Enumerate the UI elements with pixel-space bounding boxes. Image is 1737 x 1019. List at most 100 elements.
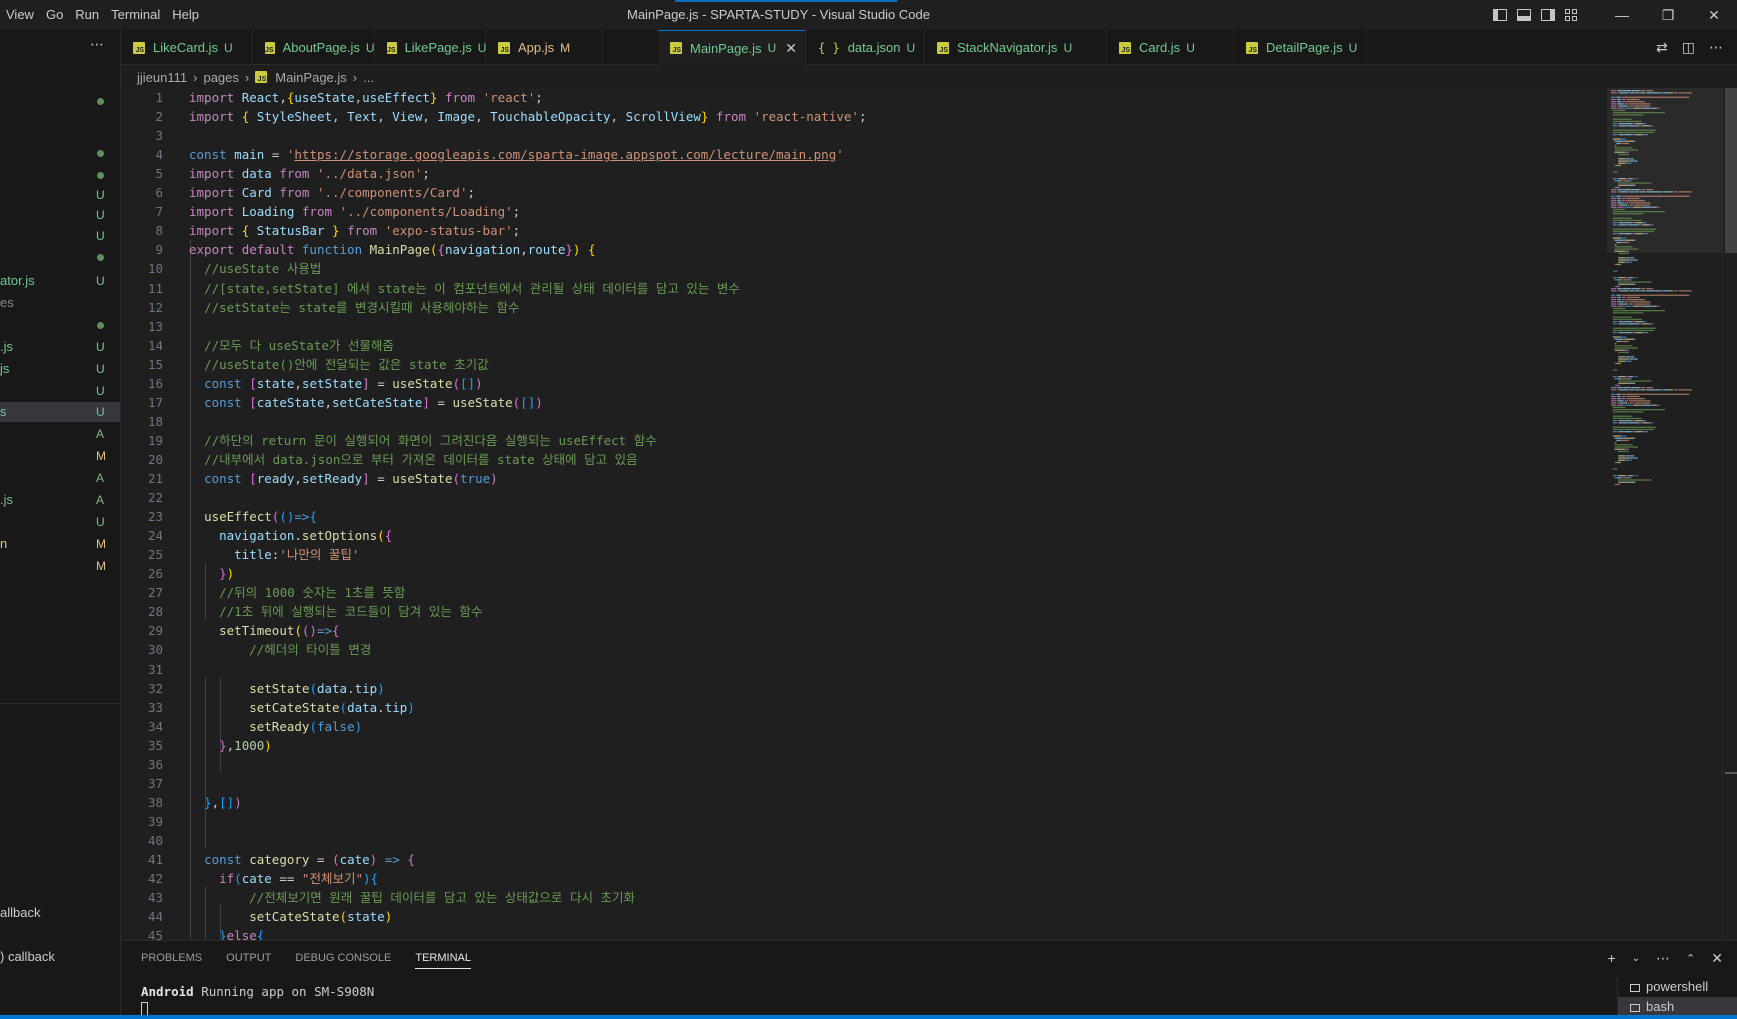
code-line: 35 },1000) (121, 736, 1601, 755)
explorer-item[interactable]: js U (0, 359, 120, 379)
breadcrumb-folder[interactable]: jjieun111 (137, 70, 187, 85)
line-number: 38 (147, 794, 163, 810)
toggle-secondary-sidebar-icon[interactable] (1541, 9, 1555, 21)
more-actions-icon[interactable]: ⋯ (1709, 39, 1723, 56)
line-number: 42 (147, 871, 163, 887)
minimap[interactable] (1607, 88, 1722, 940)
close-window-button[interactable]: ✕ (1691, 0, 1737, 30)
minimize-button[interactable]: — (1599, 0, 1645, 30)
explorer-item[interactable]: U (0, 381, 120, 401)
explorer-item[interactable]: M (0, 556, 120, 576)
panel-tab-output[interactable]: OUTPUT (226, 941, 271, 975)
code-line: 24 navigation.setOptions({ (121, 526, 1601, 545)
tab-detailpage-js[interactable]: JS DetailPage.js U (1234, 30, 1367, 65)
terminal-output[interactable]: Android Running app on SM-S908N (141, 984, 374, 999)
outline-item[interactable]: allback (0, 905, 40, 920)
toggle-primary-sidebar-icon[interactable] (1493, 9, 1507, 21)
menu-help[interactable]: Help (166, 0, 205, 30)
explorer-item[interactable] (0, 92, 120, 112)
menu-go[interactable]: Go (40, 0, 69, 30)
menu-run[interactable]: Run (69, 0, 105, 30)
explorer-item[interactable]: U (0, 512, 120, 532)
tab-app-js[interactable]: JS App.js M (486, 30, 603, 65)
explorer-item[interactable]: A (0, 424, 120, 444)
chevron-down-icon[interactable]: ⌄ (1632, 953, 1640, 964)
menu-terminal[interactable]: Terminal (105, 0, 166, 30)
title-bar: View Go Run Terminal Help MainPage.js - SPAR… (0, 0, 1737, 30)
explorer-item[interactable]: M (0, 446, 120, 466)
close-panel-icon[interactable]: ✕ (1711, 950, 1723, 967)
explorer-item[interactable]: .js U (0, 337, 120, 357)
tab-stacknavigator-js[interactable]: JS StackNavigator.js U (925, 30, 1107, 65)
tab-aboutpage-js[interactable]: JS AboutPage.js U (253, 30, 375, 65)
split-editor-icon[interactable]: ◫ (1682, 39, 1695, 56)
command-center-accent (675, 0, 897, 2)
terminal-item-bash[interactable]: bash (1618, 997, 1737, 1017)
line-number: 19 (147, 432, 163, 448)
git-status-badge: U (906, 40, 916, 55)
explorer-item-label: n (0, 536, 8, 551)
compare-changes-icon[interactable]: ⇄ (1656, 39, 1668, 56)
tab-label: LikeCard.js (153, 40, 219, 55)
code-line: 11 //[state,setState] 에서 state는 이 컴포넌트에서… (121, 279, 1601, 298)
line-number: 27 (147, 585, 163, 601)
code-text: setReady(false) (249, 718, 363, 734)
new-terminal-icon[interactable]: + (1607, 950, 1615, 966)
tab-label: Card.js (1139, 40, 1181, 55)
maximize-panel-icon[interactable]: ⌃ (1686, 952, 1695, 965)
restore-button[interactable]: ❐ (1645, 0, 1691, 30)
tab-data-json[interactable]: { } data.json U (806, 30, 925, 65)
explorer-item[interactable] (0, 316, 120, 336)
breadcrumb-folder[interactable]: pages (203, 70, 238, 85)
git-status-badge: M (96, 559, 106, 573)
terminal-item-powershell[interactable]: powershell (1618, 977, 1737, 997)
explorer-item[interactable]: U (0, 205, 120, 225)
more-actions-icon[interactable]: ⋯ (1656, 950, 1670, 967)
code-line: 29 setTimeout(()=>{ (121, 621, 1601, 640)
explorer-item[interactable]: .js A (0, 490, 120, 510)
line-number: 10 (147, 261, 163, 277)
menu-view[interactable]: View (0, 0, 40, 30)
close-tab-icon[interactable]: ✕ (785, 40, 797, 57)
outline-item[interactable]: ) callback (0, 949, 55, 964)
explorer-item[interactable]: sU (0, 402, 120, 422)
js-file-icon: JS (387, 41, 397, 54)
js-file-icon: JS (255, 71, 268, 83)
git-status-badge: A (96, 427, 105, 441)
breadcrumb-file[interactable]: MainPage.js (275, 70, 347, 85)
code-text: const [ready,setReady] = useState(true) (204, 471, 498, 486)
breadcrumb-symbol[interactable]: ... (363, 70, 374, 85)
tab-mainpage-js[interactable]: JS MainPage.js U ✕ (658, 30, 806, 65)
tab-likecard-js[interactable]: JS LikeCard.js U (121, 30, 253, 65)
explorer-item[interactable]: nM (0, 534, 120, 554)
panel-tab-debug-console[interactable]: DEBUG CONSOLE (295, 941, 391, 975)
customize-layout-icon[interactable] (1565, 9, 1579, 21)
line-number: 9 (155, 242, 163, 258)
explorer-item[interactable]: U (0, 185, 120, 205)
editor-scrollbar[interactable] (1722, 88, 1737, 940)
explorer-item-label: s (0, 404, 7, 419)
explorer-item[interactable]: ator.js U (0, 271, 120, 291)
more-actions-icon[interactable]: ⋯ (90, 36, 105, 53)
editor-tabs: JS LikeCard.js U JS AboutPage.js U JS LikePage.… (121, 30, 1737, 65)
toggle-panel-icon[interactable] (1517, 9, 1531, 21)
scrollbar-thumb[interactable] (1725, 88, 1737, 253)
explorer-item[interactable]: U (0, 226, 120, 246)
code-line: 17 const [cateState,setCateState] = useS… (121, 393, 1601, 412)
tab-card-js[interactable]: JS Card.js U (1107, 30, 1234, 65)
panel-tab-terminal[interactable]: TERMINAL (415, 941, 471, 975)
git-status-badge: U (96, 188, 105, 202)
explorer-item[interactable]: A (0, 468, 120, 488)
code-editor[interactable]: 1 import React,{useState,useEffect} from … (121, 88, 1607, 940)
explorer-item[interactable] (0, 248, 120, 268)
explorer-item[interactable] (0, 166, 120, 186)
explorer-item[interactable] (0, 144, 120, 164)
vscode-window: { "window": {"title": "MainPage.js - SPA… (0, 0, 1737, 1019)
tab-likepage-js[interactable]: JS LikePage.js U (375, 30, 486, 65)
tab-label: AboutPage.js (282, 40, 360, 55)
panel-tab-problems[interactable]: PROBLEMS (141, 941, 202, 975)
explorer-item[interactable]: es (0, 293, 120, 313)
line-number: 13 (147, 318, 163, 334)
line-number: 43 (147, 890, 163, 906)
code-text: navigation.setOptions({ (219, 528, 393, 544)
